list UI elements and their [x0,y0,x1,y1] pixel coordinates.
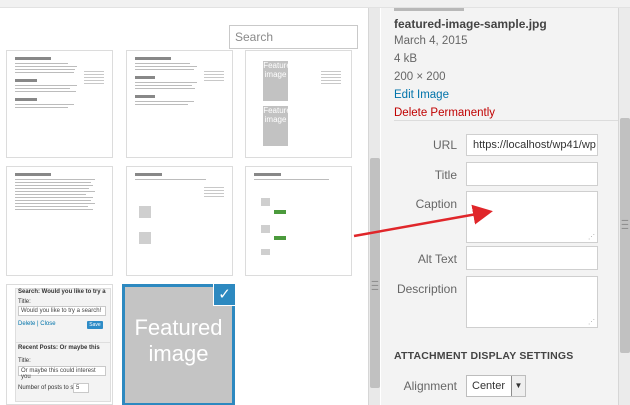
widget-search-header: Search: Would you like to try a [18,289,106,295]
library-scrollbar-thumb[interactable] [370,158,380,388]
media-modal: Featured image Featured image [0,0,630,405]
attachment-thumbnail[interactable] [6,50,113,158]
media-library: Featured image Featured image [0,8,365,405]
delete-permanently-link[interactable]: Delete Permanently [394,107,495,119]
alt-text-label: Alt Text [417,252,457,266]
search-input[interactable] [229,25,358,49]
attachment-thumbnail[interactable] [126,166,233,276]
attachment-filename: featured-image-sample.jpg [394,17,547,31]
widget-save-button: Save [87,321,103,329]
sidebar-scrollbar[interactable]: ─ ─ ─ [618,8,630,405]
attachment-thumbnail[interactable] [126,50,233,158]
checkmark-icon[interactable]: ✓ [213,284,235,306]
alignment-label: Alignment [403,379,457,393]
widget-links: Delete | Close [18,321,56,327]
library-scrollbar[interactable]: ─ ─ ─ [368,8,380,405]
description-label: Description [396,282,457,296]
attachment-thumbnail[interactable] [245,166,352,276]
alt-text-field[interactable] [466,246,598,270]
selected-attachment-featured-image[interactable]: Featured image ✓ [122,284,235,405]
resize-handle-icon[interactable]: ⋰ [588,318,595,326]
title-label: Title [434,168,457,182]
sidebar-scrollbar-thumb[interactable] [620,118,630,353]
mini-featured-image: Featured image [263,105,295,146]
widget-recent-header: Recent Posts: Or maybe this [18,345,100,351]
attachment-thumbnail[interactable] [6,166,113,276]
attachment-preview-edge [394,8,464,11]
attachment-thumbnail[interactable]: Search: Would you like to try a Title: W… [6,284,113,405]
url-field[interactable]: https://localhost/wp41/wp [466,134,598,156]
attachment-details-sidebar: featured-image-sample.jpg March 4, 2015 … [381,8,618,405]
widget-title-label: Title: [18,358,31,364]
widget-title-field: Or maybe this could interest you [18,366,106,380]
resize-handle-icon[interactable]: ⋰ [588,233,595,241]
title-field[interactable] [466,162,598,186]
mini-featured-image: Featured image [263,61,295,102]
attachment-thumbnail[interactable]: Featured image Featured image [245,50,352,158]
attachment-dimensions: 200 × 200 [394,71,446,83]
top-band [0,0,630,8]
caption-textarea[interactable]: ⋰ [466,191,598,243]
url-label: URL [432,138,457,152]
attachment-date: March 4, 2015 [394,35,468,47]
alignment-selected-value: Center [472,380,506,392]
grip-icon: ─ ─ ─ [621,215,629,233]
alignment-select[interactable]: Center ▼ [466,375,526,397]
widget-title-label: Title: [18,299,31,305]
description-textarea[interactable]: ⋰ [466,276,598,328]
edit-image-link[interactable]: Edit Image [394,89,449,101]
attachment-size: 4 kB [394,53,418,65]
divider [394,120,618,121]
widget-number-field: 5 [73,383,89,393]
caption-label: Caption [415,197,457,211]
dropdown-arrow-icon[interactable]: ▼ [511,376,525,396]
featured-image-text: Featured image [134,315,223,366]
grip-icon: ─ ─ ─ [371,276,379,294]
widget-title-field: Would you like to try a search! [18,306,106,316]
display-settings-heading: ATTACHMENT DISPLAY SETTINGS [394,350,574,362]
